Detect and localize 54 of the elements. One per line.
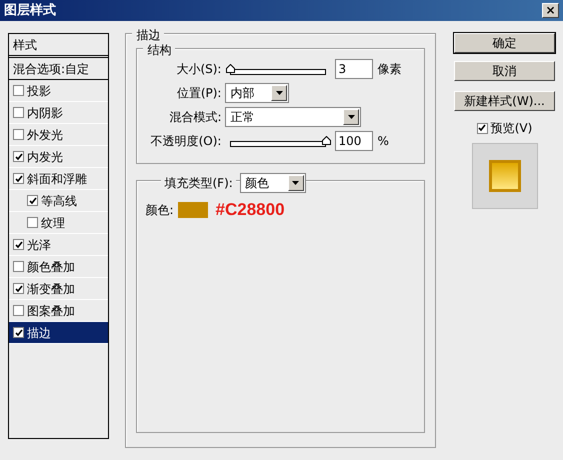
preview-label: 预览(V): [490, 120, 532, 137]
style-item[interactable]: 描边: [9, 322, 108, 344]
dropdown[interactable]: 颜色: [240, 173, 306, 193]
caret-icon: [292, 181, 300, 185]
style-item[interactable]: 投影: [9, 80, 108, 102]
field-label: 不透明度(O):: [150, 133, 222, 150]
annotation-text: #C28800: [216, 199, 285, 221]
dropdown[interactable]: 正常: [225, 107, 362, 127]
checkbox[interactable]: [27, 195, 38, 206]
checkbox[interactable]: [13, 151, 24, 162]
checkbox[interactable]: [13, 283, 24, 294]
field-label: 混合模式:: [168, 109, 222, 126]
style-item[interactable]: 渐变叠加: [9, 278, 108, 300]
dialog-button[interactable]: 确定: [454, 33, 555, 53]
list-header: 样式: [13, 36, 37, 54]
slider-thumb[interactable]: [322, 136, 332, 145]
dropdown[interactable]: 内部: [225, 83, 290, 103]
caret-icon: [276, 91, 283, 95]
checkbox[interactable]: [13, 129, 24, 140]
checkbox[interactable]: [13, 173, 24, 184]
style-item[interactable]: 颜色叠加: [9, 256, 108, 278]
style-item[interactable]: 光泽: [9, 234, 108, 256]
caret-icon: [348, 115, 355, 119]
dialog-button[interactable]: 新建样式(W)...: [454, 91, 555, 111]
color-swatch[interactable]: [178, 202, 208, 218]
checkbox[interactable]: [13, 239, 24, 250]
size-input[interactable]: 3: [335, 59, 374, 79]
style-item[interactable]: 等高线: [9, 190, 108, 212]
slider-thumb[interactable]: [226, 64, 236, 73]
unit-label: 像素: [377, 61, 402, 78]
checkbox[interactable]: [13, 261, 24, 272]
checkbox[interactable]: [27, 217, 38, 228]
style-item[interactable]: 外发光: [9, 124, 108, 146]
style-item[interactable]: 内发光: [9, 146, 108, 168]
preview-thumbnail: [472, 143, 538, 209]
style-item[interactable]: 斜面和浮雕: [9, 168, 108, 190]
checkbox[interactable]: [13, 327, 24, 338]
checkbox[interactable]: [13, 85, 24, 96]
style-item[interactable]: 内阴影: [9, 102, 108, 124]
checkbox[interactable]: [476, 122, 488, 134]
dialog-button[interactable]: 取消: [454, 61, 555, 81]
blend-options-item[interactable]: 混合选项:自定: [13, 60, 90, 78]
opacity-input[interactable]: 100: [335, 131, 374, 151]
field-label: 位置(P):: [176, 85, 222, 102]
style-item[interactable]: 纹理: [9, 212, 108, 234]
window-title: 图层样式: [4, 2, 56, 20]
field-label: 填充类型(F):: [161, 174, 236, 192]
field-label: 颜色:: [145, 202, 174, 219]
checkbox[interactable]: [13, 107, 24, 118]
unit-label: %: [377, 133, 389, 150]
close-button[interactable]: ×: [542, 3, 559, 18]
checkbox[interactable]: [13, 305, 24, 316]
group-title: 结构: [143, 41, 176, 59]
field-label: 大小(S):: [175, 61, 222, 78]
